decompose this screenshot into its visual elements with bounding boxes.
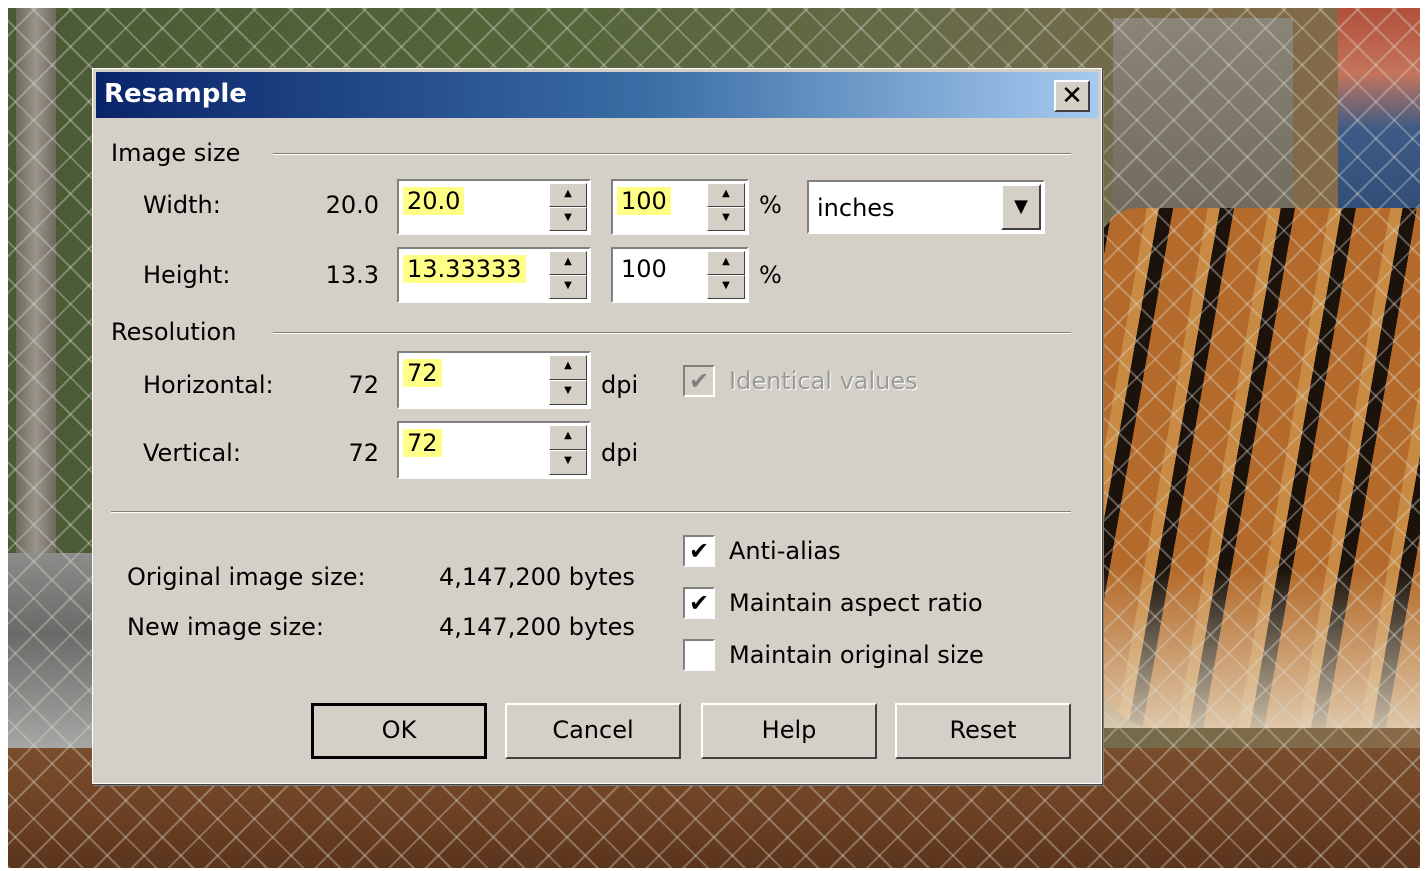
height-current-value: 13.3	[325, 261, 379, 289]
resample-dialog: Resample ✕ Image size Width: 20.0 20.0 ▲…	[92, 68, 1102, 784]
width-percent-symbol: %	[759, 191, 782, 219]
help-button[interactable]: Help	[701, 703, 877, 759]
section-divider	[273, 153, 1071, 155]
height-spin-arrows[interactable]: ▲ ▼	[549, 251, 587, 299]
units-selected-value: inches	[817, 194, 895, 222]
original-size-label: Original image size:	[127, 563, 366, 591]
spin-up-icon[interactable]: ▲	[707, 251, 745, 275]
check-icon: ✔	[688, 589, 710, 617]
maintain-original-label: Maintain original size	[729, 641, 984, 669]
spin-up-icon[interactable]: ▲	[549, 425, 587, 450]
vertical-current-value: 72	[348, 439, 379, 467]
section-divider	[111, 511, 1071, 513]
maintain-aspect-label: Maintain aspect ratio	[729, 589, 983, 617]
horizontal-dpi-spinner[interactable]: 72 ▲ ▼	[397, 351, 591, 409]
width-label: Width:	[143, 191, 221, 219]
vertical-dpi-spinner[interactable]: 72 ▲ ▼	[397, 421, 591, 479]
identical-values-label: Identical values	[729, 367, 918, 395]
section-divider	[273, 332, 1071, 334]
spin-down-icon[interactable]: ▼	[549, 275, 587, 299]
image-size-label: Image size	[111, 139, 247, 167]
height-percent-symbol: %	[759, 261, 782, 289]
close-icon: ✕	[1061, 81, 1083, 111]
dropdown-arrow-icon[interactable]: ▼	[1001, 184, 1041, 230]
vertical-label: Vertical:	[143, 439, 241, 467]
horizontal-label: Horizontal:	[143, 371, 274, 399]
check-icon: ✔	[688, 367, 710, 395]
width-spin-arrows[interactable]: ▲ ▼	[549, 183, 587, 231]
height-percent-spinner[interactable]: 100 ▲ ▼	[611, 247, 749, 303]
close-button[interactable]: ✕	[1054, 80, 1090, 112]
horizontal-dpi-value[interactable]: 72	[403, 359, 442, 387]
reset-button[interactable]: Reset	[895, 703, 1071, 759]
spin-up-icon[interactable]: ▲	[549, 355, 587, 380]
horizontal-current-value: 72	[348, 371, 379, 399]
resolution-label: Resolution	[111, 318, 243, 346]
spin-down-icon[interactable]: ▼	[707, 275, 745, 299]
width-percent-spin-arrows[interactable]: ▲ ▼	[707, 183, 745, 231]
width-percent-value[interactable]: 100	[617, 187, 671, 215]
spin-down-icon[interactable]: ▼	[549, 380, 587, 405]
units-dropdown[interactable]: inches ▼	[807, 180, 1045, 234]
spin-down-icon[interactable]: ▼	[707, 207, 745, 231]
spin-down-icon[interactable]: ▼	[549, 207, 587, 231]
height-percent-value[interactable]: 100	[617, 255, 671, 283]
width-current-value: 20.0	[325, 191, 379, 219]
vertical-dpi-unit: dpi	[601, 439, 639, 467]
height-spinner[interactable]: 13.33333 ▲ ▼	[397, 247, 591, 303]
width-percent-spinner[interactable]: 100 ▲ ▼	[611, 179, 749, 235]
ok-button[interactable]: OK	[311, 703, 487, 759]
anti-alias-checkbox[interactable]: ✔	[683, 535, 715, 567]
maintain-aspect-checkbox[interactable]: ✔	[683, 587, 715, 619]
title-bar[interactable]: Resample ✕	[96, 72, 1098, 118]
original-size-value: 4,147,200 bytes	[439, 563, 635, 591]
spin-down-icon[interactable]: ▼	[549, 450, 587, 475]
new-size-value: 4,147,200 bytes	[439, 613, 635, 641]
horizontal-spin-arrows[interactable]: ▲ ▼	[549, 355, 587, 405]
spin-up-icon[interactable]: ▲	[549, 183, 587, 207]
width-value[interactable]: 20.0	[403, 187, 465, 215]
cancel-button[interactable]: Cancel	[505, 703, 681, 759]
height-label: Height:	[143, 261, 231, 289]
height-percent-spin-arrows[interactable]: ▲ ▼	[707, 251, 745, 299]
horizontal-dpi-unit: dpi	[601, 371, 639, 399]
dialog-title: Resample	[104, 79, 247, 109]
anti-alias-label: Anti-alias	[729, 537, 841, 565]
identical-values-checkbox[interactable]: ✔	[683, 365, 715, 397]
spin-up-icon[interactable]: ▲	[549, 251, 587, 275]
maintain-original-checkbox[interactable]	[683, 639, 715, 671]
check-icon: ✔	[688, 537, 710, 565]
spin-up-icon[interactable]: ▲	[707, 183, 745, 207]
new-size-label: New image size:	[127, 613, 324, 641]
height-value[interactable]: 13.33333	[403, 255, 526, 283]
width-spinner[interactable]: 20.0 ▲ ▼	[397, 179, 591, 235]
vertical-spin-arrows[interactable]: ▲ ▼	[549, 425, 587, 475]
vertical-dpi-value[interactable]: 72	[403, 429, 442, 457]
